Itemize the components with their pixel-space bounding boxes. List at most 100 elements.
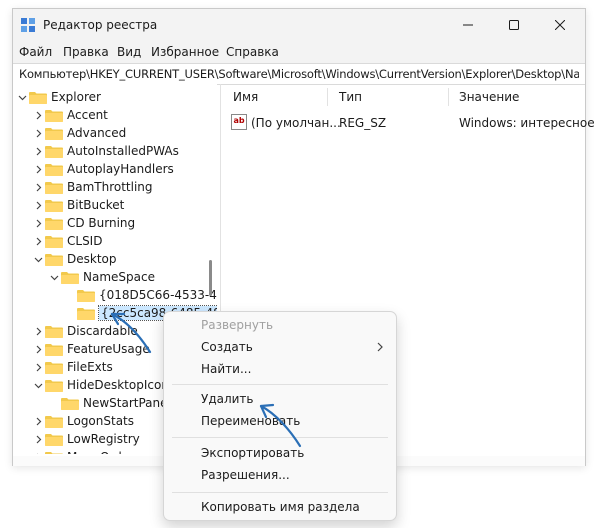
column-header-type[interactable]: Тип <box>339 90 362 104</box>
context-rename-label: Переименовать <box>201 414 301 428</box>
tree-item[interactable]: LowRegistry <box>33 430 140 448</box>
menu-view[interactable]: Вид <box>117 45 141 59</box>
context-expand-label: Развернуть <box>201 318 274 332</box>
folder-icon <box>29 91 47 104</box>
tree-item-label: CD Burning <box>67 216 136 230</box>
tree-item[interactable]: Explorer <box>17 88 101 106</box>
context-export-label: Экспортировать <box>201 446 305 460</box>
tree-item-label: FeatureUsage <box>67 342 150 356</box>
chevron-right-icon[interactable] <box>33 160 43 178</box>
menu-file[interactable]: Файл <box>19 45 52 59</box>
menu-edit[interactable]: Правка <box>63 45 109 59</box>
folder-icon <box>45 217 63 230</box>
tree-item[interactable]: FeatureUsage <box>33 340 150 358</box>
tree-item[interactable]: MenuOrder <box>33 448 134 454</box>
column-header-name[interactable]: Имя <box>233 90 258 104</box>
folder-icon <box>45 109 63 122</box>
folder-icon <box>45 433 63 446</box>
tree-item-label: Explorer <box>51 90 101 104</box>
context-rename[interactable]: Переименовать <box>164 411 396 433</box>
tree-item-label: CLSID <box>67 234 103 248</box>
chevron-right-icon[interactable] <box>33 214 43 232</box>
chevron-down-icon[interactable] <box>33 250 43 268</box>
tree-item[interactable]: NameSpace <box>49 268 155 286</box>
context-copy-key-name[interactable]: Копировать имя раздела <box>164 497 396 519</box>
tree-item-label: Desktop <box>67 252 117 266</box>
chevron-right-icon[interactable] <box>33 430 43 448</box>
maximize-button[interactable] <box>491 9 537 41</box>
tree-item-label: NameSpace <box>83 270 155 284</box>
folder-icon <box>45 199 63 212</box>
tree-item-label: {018D5C66-4533-4307- <box>99 288 217 302</box>
chevron-right-icon <box>377 342 383 352</box>
title-bar[interactable]: Редактор реестра <box>13 9 585 41</box>
tree-item[interactable]: CLSID <box>33 232 102 250</box>
column-separator[interactable] <box>448 88 449 106</box>
maximize-icon <box>509 20 519 30</box>
column-header-value[interactable]: Значение <box>459 90 519 104</box>
context-permissions[interactable]: Разрешения... <box>164 465 396 487</box>
menu-favorites[interactable]: Избранное <box>151 45 219 59</box>
column-separator[interactable] <box>327 88 328 106</box>
tree-item[interactable]: Desktop <box>33 250 117 268</box>
context-separator <box>172 492 388 493</box>
folder-icon <box>45 163 63 176</box>
value-data: Windows: интересное <box>459 116 595 130</box>
context-export[interactable]: Экспортировать <box>164 443 396 465</box>
chevron-right-icon[interactable] <box>33 124 43 142</box>
context-menu: Развернуть Создать Найти... Удалить Пере… <box>163 311 397 521</box>
chevron-right-icon[interactable] <box>33 142 43 160</box>
folder-icon <box>45 343 63 356</box>
folder-icon <box>45 451 63 454</box>
folder-icon <box>45 379 63 392</box>
address-path[interactable]: Компьютер\HKEY_CURRENT_USER\Software\Mic… <box>19 67 579 81</box>
tree-item[interactable]: Discardable <box>33 322 138 340</box>
chevron-right-icon[interactable] <box>33 178 43 196</box>
tree-item[interactable]: {018D5C66-4533-4307- <box>65 286 217 304</box>
chevron-down-icon[interactable] <box>33 376 43 394</box>
tree-item[interactable]: Advanced <box>33 124 126 142</box>
folder-icon <box>45 325 63 338</box>
tree-item-label: AutoInstalledPWAs <box>67 144 179 158</box>
tree-item[interactable]: AutoInstalledPWAs <box>33 142 179 160</box>
address-bar[interactable]: Компьютер\HKEY_CURRENT_USER\Software\Mic… <box>13 63 585 85</box>
tree-item[interactable]: FileExts <box>33 358 113 376</box>
tree-item[interactable]: BamThrottling <box>33 178 153 196</box>
chevron-right-icon[interactable] <box>33 358 43 376</box>
tree-item[interactable]: LogonStats <box>33 412 134 430</box>
context-delete[interactable]: Удалить <box>164 389 396 411</box>
context-find[interactable]: Найти... <box>164 359 396 381</box>
folder-icon <box>45 127 63 140</box>
folder-icon <box>77 307 95 320</box>
folder-icon <box>61 397 79 410</box>
tree-item[interactable]: CD Burning <box>33 214 135 232</box>
tree-item[interactable]: AutoplayHandlers <box>33 160 174 178</box>
tree-item[interactable]: HideDesktopIcons <box>33 376 175 394</box>
chevron-right-icon[interactable] <box>33 196 43 214</box>
menu-help[interactable]: Справка <box>226 45 279 59</box>
string-value-icon: ab <box>231 114 247 130</box>
value-type: REG_SZ <box>339 116 387 130</box>
chevron-right-icon[interactable] <box>33 340 43 358</box>
close-button[interactable] <box>537 9 583 41</box>
chevron-right-icon[interactable] <box>33 106 43 124</box>
value-row[interactable]: ab (По умолчан... REG_SZ Windows: интере… <box>229 114 595 132</box>
chevron-right-icon[interactable] <box>33 412 43 430</box>
tree-item[interactable]: BitBucket <box>33 196 124 214</box>
minimize-button[interactable] <box>445 9 491 41</box>
minimize-icon <box>463 24 473 26</box>
tree-item[interactable]: Accent <box>33 106 108 124</box>
chevron-down-icon[interactable] <box>49 268 59 286</box>
chevron-right-icon[interactable] <box>33 232 43 250</box>
tree-item-label: LowRegistry <box>67 432 140 446</box>
context-expand: Развернуть <box>164 315 396 337</box>
tree-scroll-thumb[interactable] <box>209 260 212 296</box>
chevron-right-icon[interactable] <box>33 322 43 340</box>
tree-item[interactable]: NewStartPanel <box>49 394 171 412</box>
close-icon <box>555 20 565 30</box>
chevron-down-icon[interactable] <box>17 88 27 106</box>
chevron-right-icon[interactable] <box>33 448 43 454</box>
context-create[interactable]: Создать <box>164 337 396 359</box>
